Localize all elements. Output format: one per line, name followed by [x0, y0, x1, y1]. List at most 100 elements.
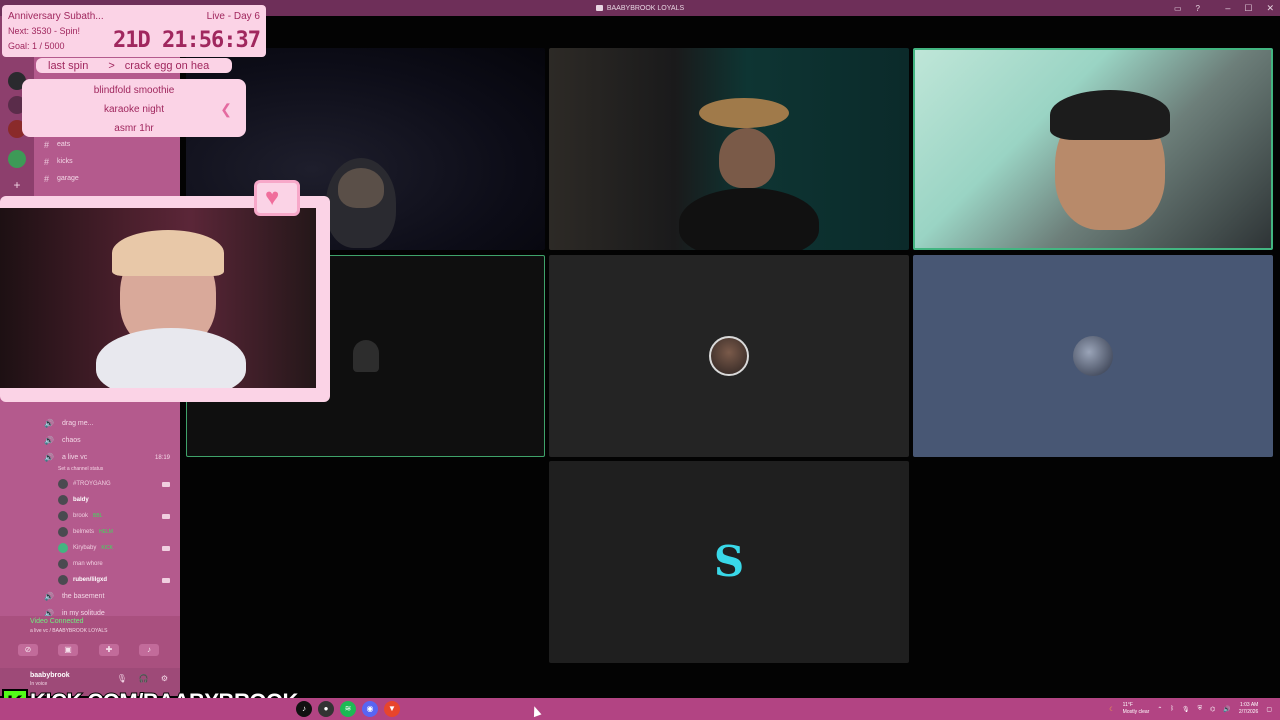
- participant-hair: [1050, 90, 1170, 140]
- cat-avatar-icon: [709, 336, 749, 376]
- connection-status: Video Connected: [30, 618, 84, 625]
- tiktok-icon[interactable]: ♪: [296, 701, 312, 717]
- subathon-live-day: Live - Day 6: [206, 11, 260, 22]
- chevron-up-icon[interactable]: ⌃: [1157, 706, 1162, 713]
- camera-icon: [162, 513, 170, 519]
- chevron-left-icon: ❮: [220, 101, 232, 117]
- channel-kicks[interactable]: # kicks: [34, 153, 180, 170]
- connection-channel[interactable]: a live vc / BAABYBROOK LOYALS: [30, 628, 107, 634]
- wheel-item: blindfold smoothie: [93, 85, 175, 96]
- desktop: BAABYBROOK LOYALS ▭ ? – ☐ ✕ + # eats # kic…: [0, 0, 1280, 720]
- voice-member[interactable]: man whore: [34, 556, 180, 572]
- activities-icon[interactable]: ✚: [99, 644, 119, 656]
- screen-share-icon[interactable]: ▣: [58, 644, 78, 656]
- help-icon[interactable]: ?: [1196, 4, 1200, 13]
- voice-connection-panel: Video Connected a live vc / BAABYBROOK L…: [0, 616, 180, 672]
- camera-off-icon[interactable]: ⊘: [18, 644, 38, 656]
- text-channel-list: # eats # kicks # garage: [34, 136, 180, 187]
- taskbar: ♪ ● ≋ ◉ ▼ ☾ 11°F Mostly clear ⌃ ᛒ 🎙 ⛨ ⌬ …: [0, 698, 1280, 720]
- default-avatar-icon: [352, 340, 379, 372]
- microphone-icon[interactable]: 🎙: [1182, 706, 1190, 713]
- discord-icon: [595, 5, 603, 11]
- camera-icon: [162, 481, 170, 487]
- avatar: [58, 527, 68, 537]
- server-icon[interactable]: [8, 150, 26, 168]
- maximize-button[interactable]: ☐: [1244, 3, 1252, 14]
- last-spin-result: crack egg on hea: [124, 59, 210, 72]
- microphone-icon[interactable]: 🎙: [117, 674, 127, 683]
- subathon-next: Next: 3530 - Spin!: [8, 26, 81, 36]
- channel-status[interactable]: Set a channel status: [34, 466, 180, 476]
- avatar-tile[interactable]: [913, 255, 1273, 457]
- participant-face: [338, 168, 384, 208]
- voice-member[interactable]: baldy: [34, 492, 180, 508]
- headphones-icon[interactable]: 🎧: [139, 674, 149, 683]
- volume-icon[interactable]: 🔊: [1223, 706, 1230, 713]
- settings-icon[interactable]: ⚙: [161, 674, 168, 683]
- voice-channel[interactable]: 🔊 the basement: [34, 588, 180, 605]
- inbox-icon[interactable]: ▭: [1174, 4, 1182, 13]
- weather-icon: ☾: [1109, 706, 1115, 713]
- brave-icon[interactable]: ▼: [384, 701, 400, 717]
- add-server-icon[interactable]: +: [8, 176, 26, 194]
- system-tray: ☾ 11°F Mostly clear ⌃ ᛒ 🎙 ⛨ ⌬ 🔊 1:03 AM …: [1109, 698, 1272, 720]
- avatar-tile[interactable]: S: [549, 461, 909, 663]
- speaker-icon: 🔊: [44, 453, 54, 462]
- hash-icon: #: [44, 139, 50, 150]
- subathon-goal: Goal: 1 / 5000: [8, 41, 65, 51]
- avatar: [58, 479, 68, 489]
- voice-member[interactable]: belmets HELM: [34, 524, 180, 540]
- user-status: In voice: [30, 681, 48, 687]
- subathon-timer: 21D 21:56:37: [113, 28, 261, 53]
- hash-icon: #: [44, 156, 50, 167]
- spotify-icon[interactable]: ≋: [340, 701, 356, 717]
- avatar: [58, 575, 68, 585]
- voice-channel-list: 🔊 drag me... 🔊 chaos 🔊 a live vc 18:19 Set a…: [34, 415, 180, 622]
- voice-member[interactable]: #TROYGANG: [34, 476, 180, 492]
- streamer-shirt: [96, 328, 246, 388]
- wheel-items: blindfold smoothie karaoke night asmr 1h…: [22, 79, 246, 137]
- close-button[interactable]: ✕: [1266, 3, 1274, 14]
- video-tile-speaking[interactable]: [913, 48, 1273, 250]
- avatar: [58, 543, 68, 553]
- channel-garage[interactable]: # garage: [34, 170, 180, 187]
- video-tile[interactable]: [549, 48, 909, 250]
- avatar: [58, 511, 68, 521]
- voice-channel-active[interactable]: 🔊 a live vc 18:19: [34, 449, 180, 466]
- username[interactable]: baabybrook: [30, 672, 70, 679]
- voice-member[interactable]: brook BBL: [34, 508, 180, 524]
- weather-widget[interactable]: 11°F Mostly clear: [1123, 702, 1150, 716]
- voice-channel[interactable]: 🔊 chaos: [34, 432, 180, 449]
- bluetooth-icon[interactable]: ᛒ: [1170, 706, 1174, 712]
- last-spin-label: last spin: [48, 59, 89, 72]
- chevron-right-icon: >: [108, 59, 115, 72]
- voice-member[interactable]: Kirybaby KICK: [34, 540, 180, 556]
- voice-member[interactable]: ruben/lilgxd: [34, 572, 180, 588]
- channel-eats[interactable]: # eats: [34, 136, 180, 153]
- hash-icon: #: [44, 173, 50, 184]
- soundboard-icon[interactable]: ♪: [139, 644, 159, 656]
- network-icon[interactable]: ⌬: [1210, 706, 1215, 713]
- avatar-tile[interactable]: [549, 255, 909, 457]
- notification-icon[interactable]: ▢: [1266, 706, 1272, 713]
- avatar: [58, 559, 68, 569]
- s-logo-avatar-icon: S: [713, 537, 745, 586]
- window-title: BAABYBROOK LOYALS: [606, 4, 685, 12]
- voice-duration: 18:19: [154, 454, 170, 461]
- streamer-hair: [112, 230, 224, 276]
- obs-icon[interactable]: ●: [318, 701, 334, 717]
- speaker-icon: 🔊: [44, 436, 54, 445]
- taskbar-apps: ♪ ● ≋ ◉ ▼: [296, 701, 400, 717]
- minimize-button[interactable]: –: [1225, 3, 1230, 13]
- voice-channel[interactable]: 🔊 drag me...: [34, 415, 180, 432]
- participant-face: [719, 128, 775, 188]
- shield-icon[interactable]: ⛨: [1198, 706, 1203, 713]
- discord-icon[interactable]: ◉: [362, 701, 378, 717]
- clock[interactable]: 1:03 AM 2/7/2026: [1239, 702, 1258, 716]
- participant-body: [679, 188, 819, 250]
- participant-hat: [699, 98, 789, 128]
- camera-icon: [162, 577, 170, 583]
- wheel-item: karaoke night: [103, 104, 165, 115]
- last-spin-bar: last spin > crack egg on hea: [36, 58, 232, 73]
- subathon-widget: Anniversary Subath... Next: 3530 - Spin!…: [2, 5, 266, 57]
